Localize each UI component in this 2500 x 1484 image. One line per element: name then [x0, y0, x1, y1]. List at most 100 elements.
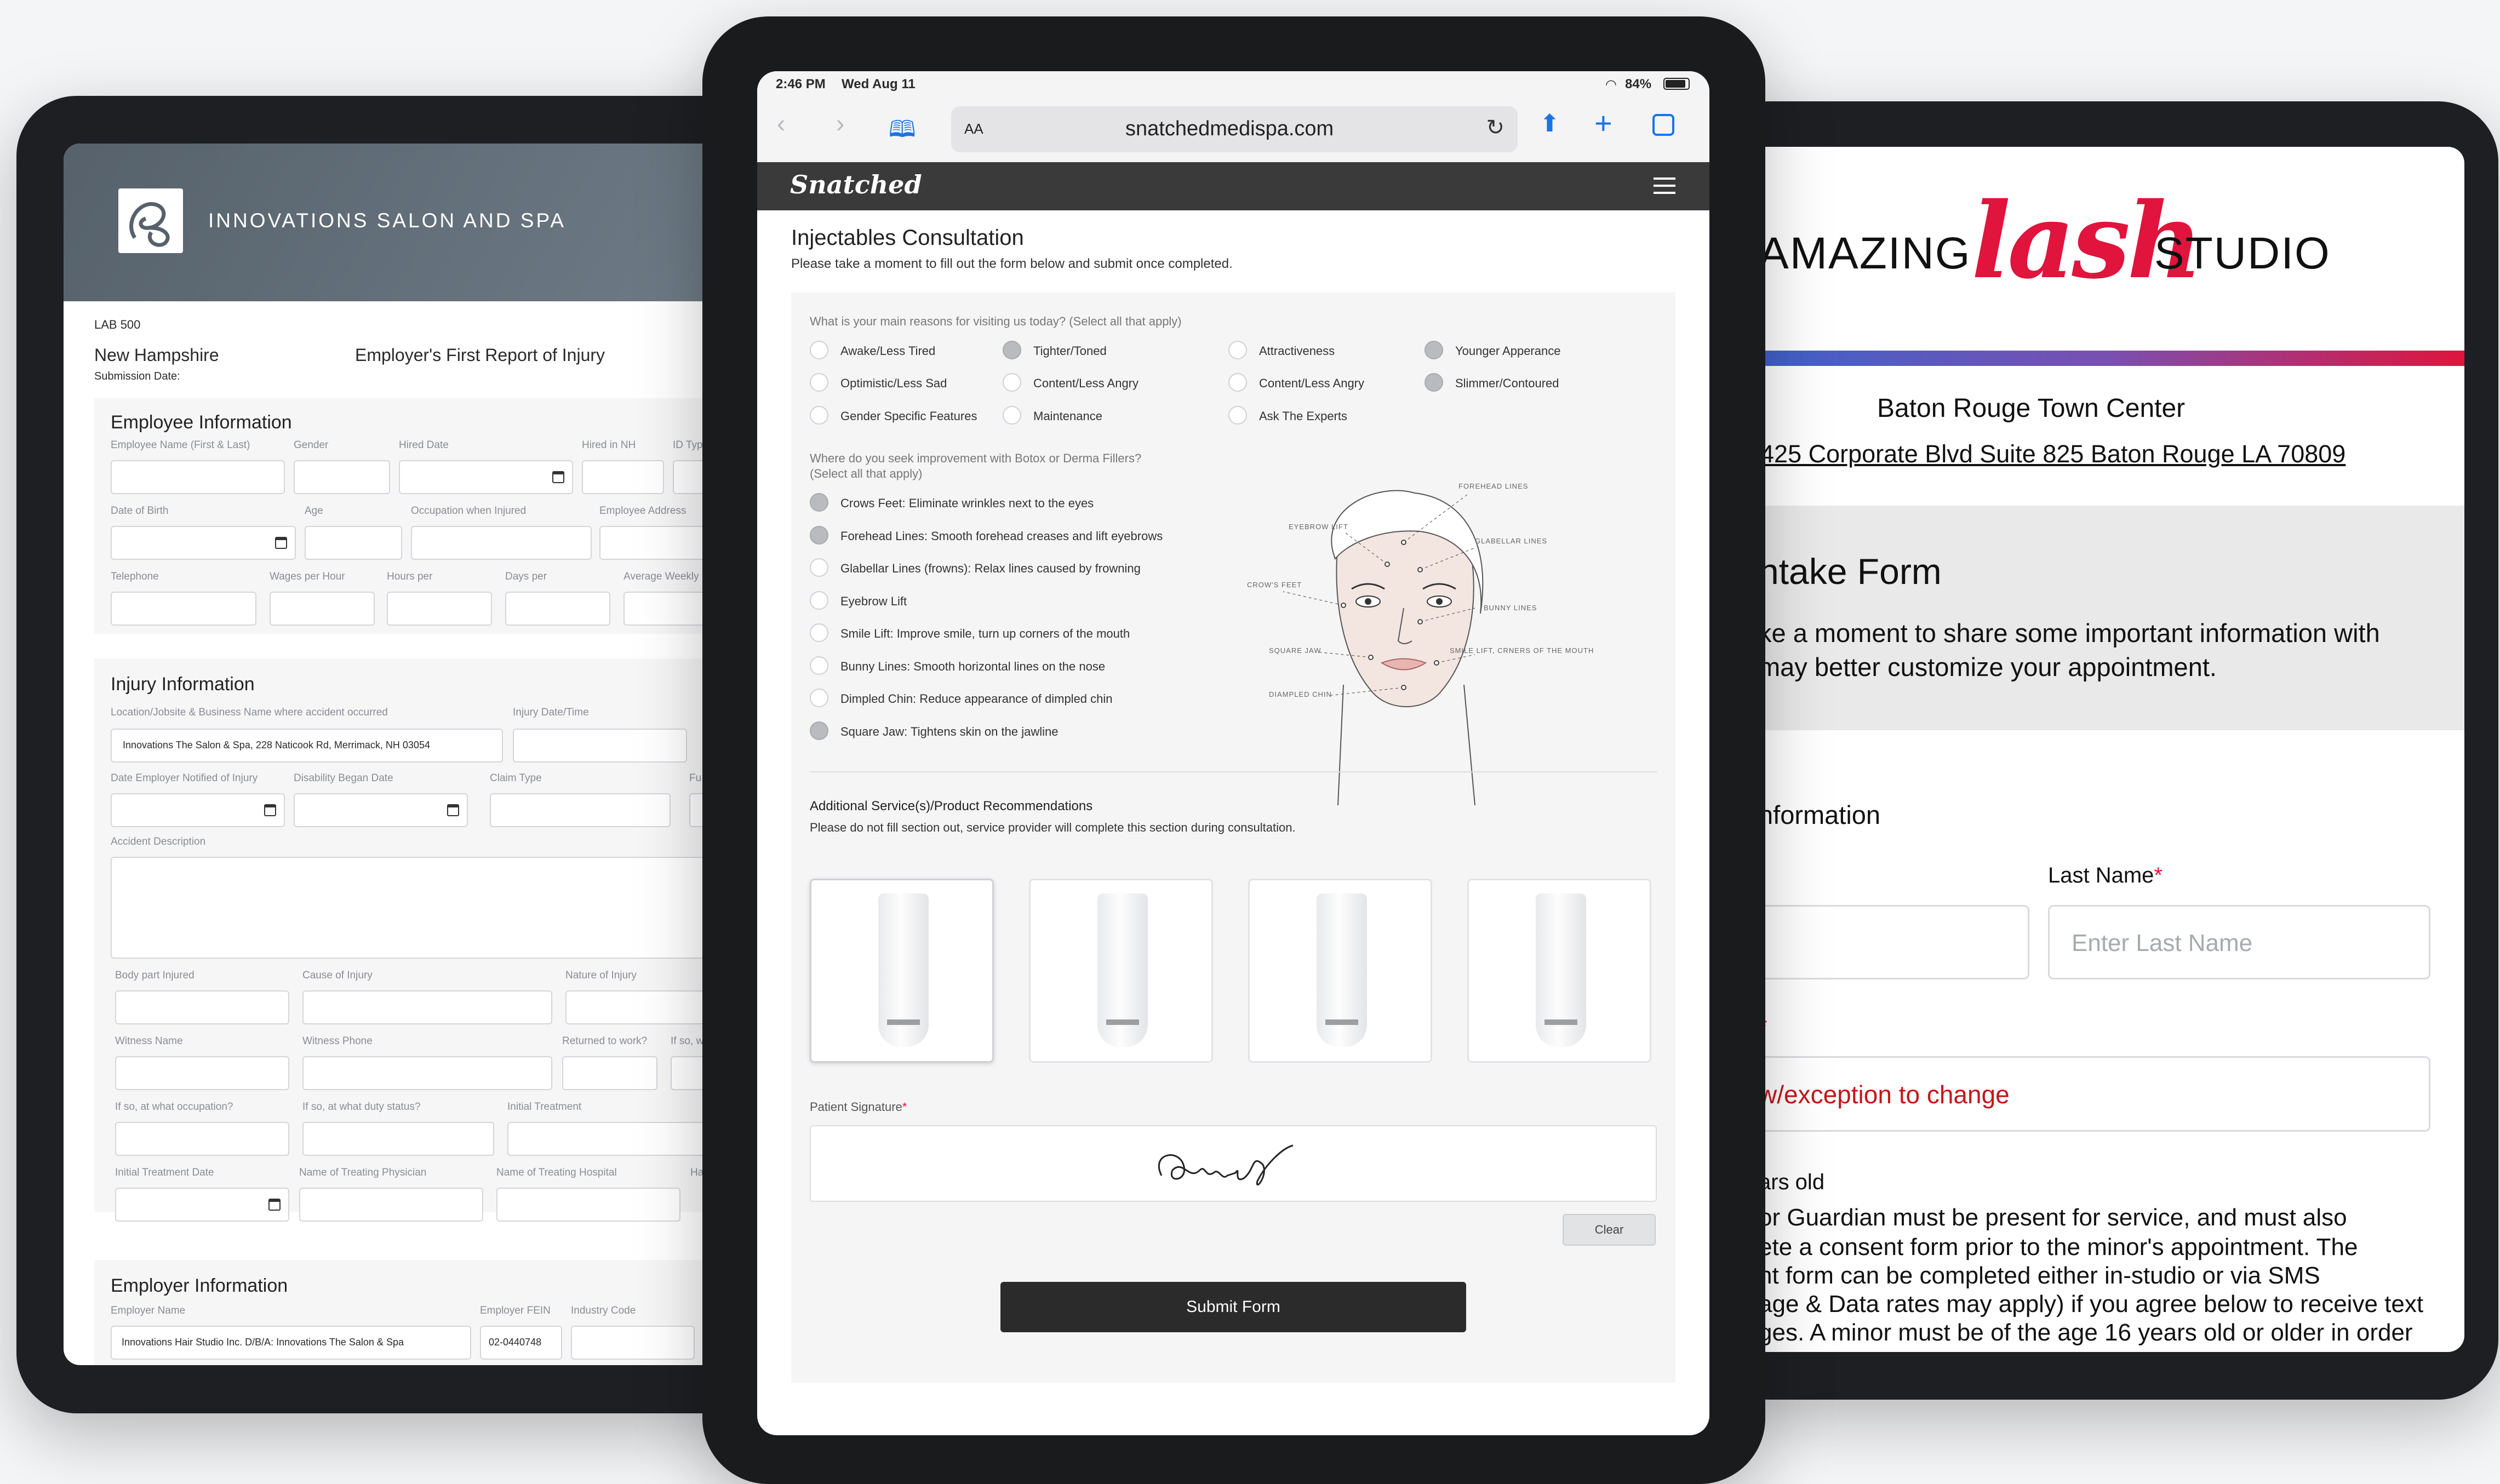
dob-field[interactable] [111, 526, 296, 560]
area-radio[interactable] [810, 623, 828, 642]
age-field[interactable] [305, 526, 402, 560]
location-name: Baton Rouge Town Center [1877, 394, 2186, 423]
reason-radio[interactable] [1003, 373, 1021, 392]
reason-radio[interactable] [1228, 341, 1247, 359]
area-radio[interactable] [810, 656, 828, 675]
witness-phone-label: Witness Phone [302, 1035, 373, 1047]
area-radio[interactable] [810, 721, 828, 740]
additional-title: Additional Service(s)/Product Recommenda… [810, 799, 1093, 813]
signature-label: Patient Signature* [810, 1100, 907, 1114]
reload-icon[interactable]: ↻ [1486, 115, 1504, 140]
physician-field[interactable] [299, 1188, 483, 1222]
gender-field[interactable] [294, 460, 390, 494]
face-label-eyebrow: EYEBROW LIFT [1289, 523, 1348, 531]
product-card-1[interactable] [810, 879, 994, 1063]
form-title: Employer's First Report of Injury [355, 345, 605, 365]
witness-field[interactable] [115, 1056, 289, 1090]
area-label: Crows Feet: Eliminate wrinkles next to t… [840, 496, 1094, 510]
snatched-logo[interactable]: Snatched [790, 170, 922, 199]
employer-name-field[interactable]: Innovations Hair Studio Inc. D/B/A: Inno… [111, 1326, 471, 1360]
area-radio[interactable] [810, 591, 828, 610]
duty-status-field[interactable] [302, 1122, 494, 1156]
signature-pad[interactable] [810, 1125, 1657, 1202]
location-field[interactable]: Innovations The Salon & Spa, 228 Naticoo… [111, 729, 503, 763]
reason-label: Ask The Experts [1259, 409, 1347, 423]
reason-radio[interactable] [1003, 341, 1021, 359]
disability-field[interactable] [294, 793, 468, 827]
reason-radio[interactable] [1425, 341, 1443, 359]
address-bar[interactable]: AA snatchedmedispa.com ↻ [951, 106, 1518, 152]
initial-treatment-date-field[interactable] [115, 1188, 289, 1222]
area-label: Smile Lift: Improve smile, turn up corne… [840, 627, 1130, 640]
policy-field[interactable]: w/exception to change [1759, 1056, 2430, 1132]
bookmarks-icon[interactable]: 🕮 [889, 113, 916, 152]
face-label-smile: SMILE LIFT, CRNERS OF THE MOUTH [1450, 646, 1594, 655]
product-tube [1317, 893, 1367, 1047]
wages-field[interactable] [270, 592, 375, 626]
forward-icon[interactable]: › [836, 108, 844, 138]
telephone-field[interactable] [111, 592, 256, 626]
area-radio[interactable] [810, 493, 828, 512]
reason-radio[interactable] [1425, 373, 1443, 392]
body-part-field[interactable] [115, 990, 289, 1024]
last-name-input[interactable]: Enter Last Name [2048, 905, 2430, 979]
calendar-icon [275, 537, 287, 549]
hospital-field[interactable] [496, 1188, 680, 1222]
clear-button[interactable]: Clear [1563, 1214, 1656, 1246]
text-size-button[interactable]: AA [964, 121, 983, 137]
cause-field[interactable] [302, 990, 552, 1024]
employee-name-field[interactable] [111, 460, 285, 494]
description-label: Accident Description [111, 836, 206, 847]
state-name: New Hampshire [94, 345, 219, 365]
new-tab-icon[interactable]: + [1594, 105, 1612, 141]
area-radio[interactable] [810, 689, 828, 707]
area-label: Glabellar Lines (frowns): Relax lines ca… [840, 561, 1141, 575]
product-card-4[interactable] [1467, 879, 1651, 1063]
back-icon[interactable]: ‹ [777, 108, 785, 138]
reason-radio[interactable] [810, 406, 828, 425]
product-card-3[interactable] [1248, 879, 1432, 1063]
injury-date-field[interactable] [513, 729, 687, 763]
reason-radio[interactable] [810, 341, 828, 359]
hired-nh-field[interactable] [582, 460, 664, 494]
location-label: Location/Jobsite & Business Name where a… [111, 707, 388, 718]
area-radio[interactable] [810, 525, 828, 545]
witness-label: Witness Name [115, 1035, 183, 1047]
reason-radio[interactable] [1228, 373, 1247, 392]
fein-field[interactable]: 02-0440748 [480, 1326, 562, 1360]
area-radio[interactable] [810, 558, 828, 577]
initial-treatment-field[interactable] [507, 1122, 721, 1156]
hours-field[interactable] [387, 592, 492, 626]
dob-label: Date of Birth [111, 505, 169, 517]
share-icon[interactable]: ⬆ [1540, 110, 1560, 137]
intake-title: ntake Form [1759, 551, 1942, 592]
product-tube [1536, 893, 1586, 1047]
address-link[interactable]: 7425 Corporate Blvd Suite 825 Baton Roug… [1759, 440, 2345, 468]
nature-field[interactable] [565, 990, 721, 1024]
reason-radio[interactable] [1228, 406, 1247, 425]
occupation-field[interactable] [411, 526, 592, 560]
last-name-label-text: Last Name [2048, 863, 2154, 887]
first-name-input[interactable] [1759, 905, 2029, 979]
description-field[interactable] [111, 857, 721, 959]
what-occupation-field[interactable] [115, 1122, 289, 1156]
product-card-2[interactable] [1029, 879, 1213, 1063]
reason-radio[interactable] [1003, 406, 1021, 425]
calendar-icon [552, 471, 564, 483]
claim-field[interactable] [490, 793, 671, 827]
claim-label: Claim Type [490, 772, 542, 784]
hamburger-menu-icon[interactable] [1654, 177, 1675, 194]
witness-phone-field[interactable] [302, 1056, 552, 1090]
hired-date-field[interactable] [399, 460, 573, 494]
reason-radio[interactable] [810, 373, 828, 392]
what-occupation-label: If so, at what occupation? [115, 1101, 233, 1113]
notified-field[interactable] [111, 793, 285, 827]
returned-field[interactable] [562, 1056, 657, 1090]
industry-field[interactable] [571, 1326, 695, 1360]
days-field[interactable] [505, 592, 610, 626]
face-label-glabellar: GLABELLAR LINES [1475, 537, 1548, 545]
submit-button[interactable]: Submit Form [1000, 1282, 1466, 1332]
signature-label-text: Patient Signature [810, 1100, 902, 1114]
tabs-icon[interactable] [1652, 114, 1674, 136]
id-type-label: ID Typ [673, 439, 703, 451]
